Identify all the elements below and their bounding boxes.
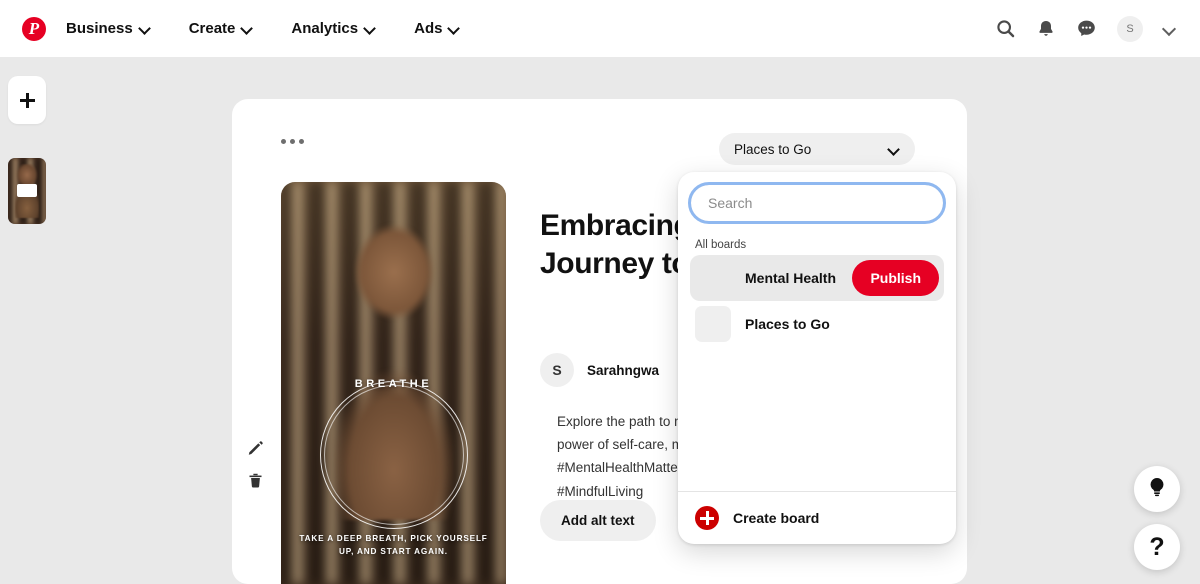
create-board-label: Create board — [733, 510, 820, 526]
nav-item-create[interactable]: Create — [179, 12, 264, 45]
dot — [299, 139, 304, 144]
board-search-wrap — [678, 182, 956, 226]
add-alt-text-button[interactable]: Add alt text — [540, 500, 656, 541]
floating-action-buttons: ? — [1134, 466, 1180, 570]
plus-circle-icon — [695, 506, 719, 530]
top-navigation-bar: P Business Create Analytics Ads S — [0, 0, 1200, 57]
dot — [281, 139, 286, 144]
board-thumbnail — [695, 260, 731, 296]
chat-bubble-icon[interactable] — [1076, 18, 1097, 39]
board-list[interactable]: Mental Health Publish Places to Go — [678, 255, 956, 491]
media-tools — [236, 425, 274, 503]
plus-icon — [19, 92, 35, 108]
publish-button[interactable]: Publish — [852, 260, 939, 296]
bell-icon[interactable] — [1036, 19, 1056, 39]
pinterest-logo-icon[interactable]: P — [22, 16, 46, 41]
nav-item-business-label: Business — [66, 20, 133, 37]
media-caption: TAKE A DEEP BREATH, PICK YOURSELF UP, AN… — [299, 534, 488, 556]
main-nav: Business Create Analytics Ads — [46, 12, 470, 45]
more-options-icon[interactable] — [281, 139, 304, 144]
board-name: Places to Go — [745, 316, 830, 332]
create-board-button[interactable]: Create board — [678, 491, 956, 544]
thumbnail-badge — [17, 184, 37, 197]
board-list-item-mental-health[interactable]: Mental Health Publish — [690, 255, 944, 301]
nav-item-analytics-label: Analytics — [291, 20, 359, 37]
chevron-down-icon — [140, 23, 151, 34]
pinterest-pin-builder-page: P Business Create Analytics Ads S BREATH… — [0, 0, 1200, 584]
search-icon[interactable] — [995, 18, 1016, 39]
header-actions: S — [995, 15, 1182, 42]
nav-item-ads-label: Ads — [414, 20, 443, 37]
account-chevron-down-icon[interactable] — [1163, 22, 1176, 35]
help-button[interactable]: ? — [1134, 524, 1180, 570]
pin-media-preview[interactable]: BREATHE TAKE A DEEP BREATH, PICK YOURSEL… — [281, 182, 506, 584]
pencil-icon[interactable] — [247, 440, 264, 457]
nav-item-analytics[interactable]: Analytics — [281, 12, 386, 45]
board-thumbnail — [695, 306, 731, 342]
nav-item-create-label: Create — [188, 20, 236, 37]
nav-item-business[interactable]: Business — [56, 12, 161, 45]
search-input[interactable] — [688, 182, 946, 224]
nav-item-ads[interactable]: Ads — [404, 12, 470, 45]
media-rail — [8, 76, 48, 224]
board-name: Mental Health — [745, 270, 837, 286]
avatar[interactable]: S — [1117, 15, 1143, 42]
author-name: Sarahngwa — [587, 362, 660, 378]
decorative-ring-inner-icon — [323, 385, 464, 525]
board-picker-dropdown: All boards Mental Health Publish Places … — [678, 172, 956, 544]
pin-author: S Sarahngwa — [540, 353, 659, 387]
chevron-down-icon — [889, 144, 900, 155]
lightbulb-icon — [1146, 476, 1168, 503]
media-overlay-text: BREATHE — [354, 378, 433, 390]
all-boards-label: All boards — [695, 239, 747, 251]
board-list-item-places-to-go[interactable]: Places to Go — [690, 301, 944, 347]
board-select-value: Places to Go — [734, 141, 812, 157]
question-mark-icon: ? — [1149, 532, 1165, 561]
rail-pin-thumbnail[interactable] — [8, 158, 46, 224]
chevron-down-icon — [242, 23, 253, 34]
tips-button[interactable] — [1134, 466, 1180, 512]
chevron-down-icon — [449, 23, 460, 34]
board-select[interactable]: Places to Go — [719, 133, 915, 165]
author-avatar: S — [540, 353, 574, 387]
dot — [290, 139, 295, 144]
trash-icon[interactable] — [247, 472, 264, 489]
chevron-down-icon — [365, 23, 376, 34]
add-media-button[interactable] — [8, 76, 46, 124]
